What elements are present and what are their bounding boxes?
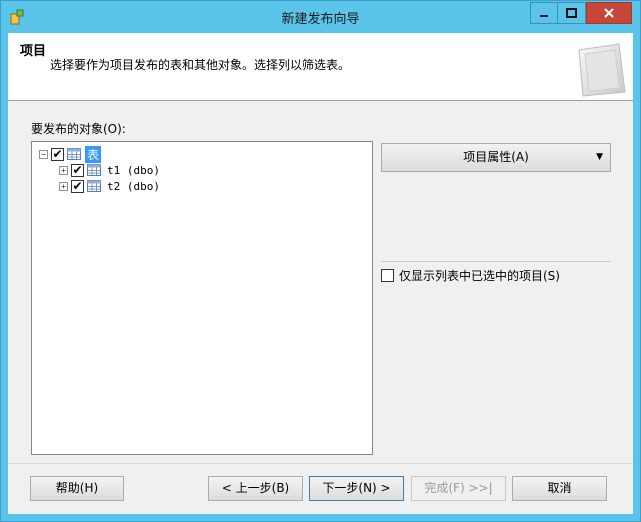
table-icon <box>87 180 101 192</box>
tree-node-t2[interactable]: + ✔ t2 (dbo) <box>59 178 162 194</box>
tree-checkbox-t2[interactable]: ✔ <box>71 179 84 193</box>
title-bar[interactable]: 新建发布向导 <box>0 0 641 33</box>
help-button[interactable]: 帮助(H) <box>30 476 124 501</box>
article-properties-label: 项目属性(A) <box>463 150 529 164</box>
tree-label-t1[interactable]: t1 (dbo) <box>105 164 162 177</box>
wizard-header: 项目 选择要作为项目发布的表和其他对象。选择列以筛选表。 <box>8 33 633 101</box>
wizard-client-area: 项目 选择要作为项目发布的表和其他对象。选择列以筛选表。 要发布的对象(O): … <box>8 33 633 514</box>
close-button[interactable] <box>586 2 632 24</box>
maximize-button[interactable] <box>558 2 586 24</box>
tree-checkbox-tables[interactable]: ✔ <box>51 147 64 161</box>
finish-button[interactable]: 完成(F) >>| <box>411 476 506 501</box>
dropdown-arrow-icon: ▼ <box>596 152 603 162</box>
back-button[interactable]: < 上一步(B) <box>208 476 303 501</box>
wizard-graphic-icon <box>578 43 626 97</box>
minimize-icon <box>540 15 548 17</box>
page-description: 选择要作为项目发布的表和其他对象。选择列以筛选表。 <box>50 58 351 72</box>
maximize-icon <box>566 8 577 18</box>
expand-icon[interactable]: + <box>59 165 68 175</box>
objects-to-publish-label: 要发布的对象(O): <box>31 122 126 136</box>
options-divider <box>381 261 611 262</box>
tree-checkbox-t1[interactable]: ✔ <box>71 163 84 177</box>
close-icon <box>604 8 614 18</box>
expand-icon[interactable]: + <box>59 181 68 191</box>
cancel-button[interactable]: 取消 <box>512 476 607 501</box>
tree-label-tables[interactable]: 表 <box>85 145 102 163</box>
table-icon <box>67 148 81 160</box>
tree-node-t1[interactable]: + ✔ t1 (dbo) <box>59 162 162 178</box>
tree-node-tables[interactable]: − ✔ 表 <box>39 145 102 163</box>
next-button[interactable]: 下一步(N) > <box>309 476 404 501</box>
show-only-checked-checkbox[interactable] <box>381 269 394 282</box>
minimize-button[interactable] <box>530 2 558 24</box>
show-only-checked-option[interactable]: 仅显示列表中已选中的项目(S) <box>381 267 560 284</box>
collapse-icon[interactable]: − <box>39 149 48 159</box>
table-icon <box>87 164 101 176</box>
tree-label-t2[interactable]: t2 (dbo) <box>105 180 162 193</box>
footer-divider <box>8 463 633 464</box>
show-only-checked-label: 仅显示列表中已选中的项目(S) <box>399 269 560 283</box>
page-title: 项目 <box>20 44 47 59</box>
article-properties-button[interactable]: 项目属性(A) ▼ <box>381 143 611 172</box>
wizard-window: 新建发布向导 项目 选择要作为项目发布的表和其他对象。选择列以筛选表。 要发布的… <box>0 0 641 522</box>
objects-tree[interactable]: − ✔ 表 + ✔ t1 (dbo) + ✔ t2 (dbo) <box>31 141 373 455</box>
